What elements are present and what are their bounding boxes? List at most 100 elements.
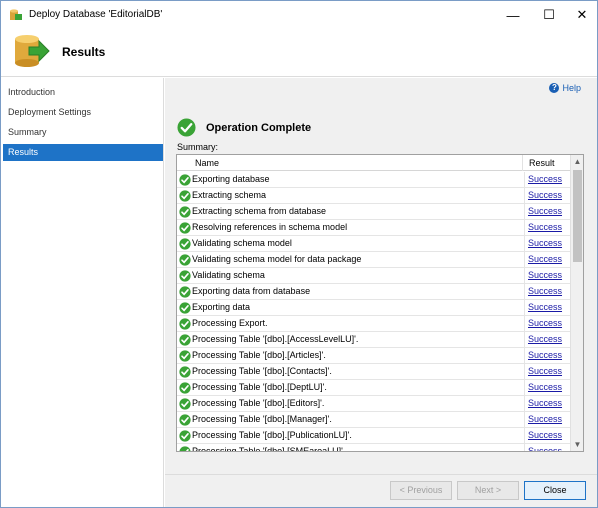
page-title: Results [62,45,106,59]
check-circle-icon [179,286,191,298]
results-panel: ? Help Operation Complete Summary: Name … [165,78,597,474]
scroll-thumb[interactable] [573,170,582,262]
nav-item-summary[interactable]: Summary [3,124,163,141]
row-result-link[interactable]: Success [528,268,562,283]
database-arrow-icon [15,35,50,67]
help-label: Help [562,83,581,93]
next-button[interactable]: Next > [457,481,519,500]
row-name: Exporting data [192,300,525,316]
column-header-result[interactable]: Result [525,155,571,171]
row-result-link[interactable]: Success [528,284,562,299]
row-name: Processing Table '[dbo].[Editors]'. [192,396,525,412]
check-circle-icon [179,334,191,346]
row-name: Processing Table '[dbo].[Contacts]'. [192,364,525,380]
row-name: Resolving references in schema model [192,220,525,236]
table-row[interactable]: Validating schema Success [177,268,571,284]
results-table[interactable]: Name Result Exporting database Success Ext… [176,154,584,452]
table-row[interactable]: Exporting data Success [177,300,571,316]
check-circle-icon [179,222,191,234]
previous-button[interactable]: < Previous [390,481,452,500]
row-result-link[interactable]: Success [528,348,562,363]
table-row[interactable]: Exporting data from database Success [177,284,571,300]
operation-status-title: Operation Complete [206,122,312,134]
help-icon: ? [549,83,560,93]
table-row[interactable]: Resolving references in schema model Succ… [177,220,571,236]
table-row[interactable]: Processing Export. Success [177,316,571,332]
table-header: Name Result [177,155,571,171]
check-circle-icon [179,270,191,282]
vertical-scrollbar[interactable]: ▲ ▼ [570,155,583,451]
row-result-link[interactable]: Success [528,316,562,331]
check-circle-icon [179,446,191,451]
table-row[interactable]: Processing Table '[dbo].[PublicationLU]'… [177,428,571,444]
row-result-link[interactable]: Success [528,396,562,411]
row-result-link[interactable]: Success [528,204,562,219]
row-result-link[interactable]: Success [528,332,562,347]
row-name: Exporting data from database [192,284,525,300]
close-button[interactable]: Close [524,481,586,500]
summary-label: Summary: [177,142,219,152]
check-circle-icon [179,398,191,410]
row-result-link[interactable]: Success [528,364,562,379]
row-result-link[interactable]: Success [528,188,562,203]
table-row[interactable]: Processing Table '[dbo].[Contacts]'. Succ… [177,364,571,380]
table-row[interactable]: Exporting database Success [177,172,571,188]
table-row[interactable]: Processing Table '[dbo].[DeptLU]'. Succes… [177,380,571,396]
nav-item-introduction[interactable]: Introduction [3,84,163,101]
row-result-link[interactable]: Success [528,300,562,315]
row-name: Processing Table '[dbo].[DeptLU]'. [192,380,525,396]
close-window-button[interactable]: ✕ [564,1,598,29]
row-result-link[interactable]: Success [528,172,562,187]
row-name: Extracting schema from database [192,204,525,220]
check-circle-icon [179,302,191,314]
table-row[interactable]: Processing Table '[dbo].[Manager]'. Succe… [177,412,571,428]
help-link[interactable]: ? Help [549,83,581,93]
wizard-header: Results [1,29,597,77]
row-result-link[interactable]: Success [528,252,562,267]
table-row[interactable]: Validating schema model Success [177,236,571,252]
check-circle-icon [179,350,191,362]
nav-item-results[interactable]: Results [3,144,163,161]
check-circle-icon [179,414,191,426]
row-result-link[interactable]: Success [528,428,562,443]
row-result-link[interactable]: Success [528,220,562,235]
table-row[interactable]: Extracting schema from database Success [177,204,571,220]
table-row[interactable]: Extracting schema Success [177,188,571,204]
column-header-name[interactable]: Name [177,155,523,171]
scroll-down-icon[interactable]: ▼ [571,438,583,451]
row-result-link[interactable]: Success [528,412,562,427]
check-circle-icon [179,382,191,394]
wizard-nav: Introduction Deployment Settings Summary… [1,78,164,507]
scroll-up-icon[interactable]: ▲ [571,155,583,168]
check-circle-icon [177,118,196,137]
database-deploy-icon [10,9,22,20]
title-bar[interactable]: Deploy Database 'EditorialDB' — ☐ ✕ [1,1,597,29]
row-name: Processing Table '[dbo].[Manager]'. [192,412,525,428]
maximize-button[interactable]: ☐ [531,1,567,29]
row-result-link[interactable]: Success [528,380,562,395]
table-row[interactable]: Processing Table '[dbo].[Articles]'. Succ… [177,348,571,364]
table-row[interactable]: Validating schema model for data package… [177,252,571,268]
row-name: Processing Table '[dbo].[AccessLevelLU]'… [192,332,525,348]
table-row[interactable]: Processing Table '[dbo].[SMEareaLU]'. Suc… [177,444,571,451]
row-result-link[interactable]: Success [528,236,562,251]
check-circle-icon [179,174,191,186]
check-circle-icon [179,366,191,378]
table-row[interactable]: Processing Table '[dbo].[AccessLevelLU]'… [177,332,571,348]
deploy-database-dialog: Deploy Database 'EditorialDB' — ☐ ✕ Resu… [0,0,598,508]
minimize-button[interactable]: — [495,1,531,29]
check-circle-icon [179,254,191,266]
row-result-link[interactable]: Success [528,444,562,451]
row-name: Processing Table '[dbo].[PublicationLU]'… [192,428,525,444]
row-name: Processing Table '[dbo].[SMEareaLU]'. [192,444,525,451]
table-row[interactable]: Processing Table '[dbo].[Editors]'. Succe… [177,396,571,412]
window-title: Deploy Database 'EditorialDB' [29,9,163,20]
row-name: Validating schema model [192,236,525,252]
check-circle-icon [179,318,191,330]
check-circle-icon [179,190,191,202]
row-name: Validating schema [192,268,525,284]
nav-item-deployment-settings[interactable]: Deployment Settings [3,104,163,121]
row-name: Processing Export. [192,316,525,332]
row-name: Processing Table '[dbo].[Articles]'. [192,348,525,364]
check-circle-icon [179,430,191,442]
